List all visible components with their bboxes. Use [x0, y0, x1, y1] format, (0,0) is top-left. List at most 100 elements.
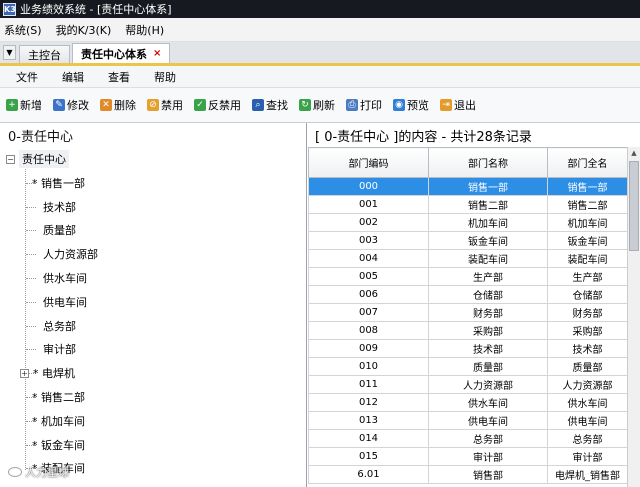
tree-node[interactable]: 供电车间	[43, 290, 87, 314]
table-row[interactable]: 003 钣金车间 钣金车间	[308, 231, 628, 250]
table-row[interactable]: 000 销售一部 销售一部	[308, 177, 628, 196]
toolbar-button-label: 退出	[454, 99, 476, 112]
toolbar-button-edit[interactable]: ✎ 修改	[53, 97, 89, 113]
grid-panel-title: [ 0-责任中心 ]的内容 - 共计28条记录	[315, 129, 532, 145]
cell-name: 装配车间	[428, 249, 548, 268]
document-menubar: 文件 编辑 查看 帮助	[0, 66, 640, 88]
cell-code: 008	[308, 321, 429, 340]
vertical-scrollbar[interactable]: ▲	[627, 147, 640, 487]
menu-edit[interactable]: 编辑	[62, 69, 84, 85]
watermark: 人力星球	[8, 464, 69, 480]
table-row[interactable]: 006 仓储部 仓储部	[308, 285, 628, 304]
cell-code: 000	[308, 177, 429, 196]
column-header-fullname[interactable]: 部门全名	[547, 147, 628, 178]
table-row[interactable]: 001 销售二部 销售二部	[308, 195, 628, 214]
tree-node-label: 供电车间	[43, 295, 87, 309]
tree-node[interactable]: * 机加车间	[32, 409, 85, 433]
table-row[interactable]: 007 财务部 财务部	[308, 303, 628, 322]
table-row[interactable]: 011 人力资源部 人力资源部	[308, 375, 628, 394]
tree-node[interactable]: 总务部	[43, 314, 76, 338]
cell-code: 007	[308, 303, 429, 322]
column-header-name[interactable]: 部门名称	[428, 147, 548, 178]
tree-panel: 0-责任中心 − 责任中心 * 销售一部 技术部 质量部 人力资源部 供水车间 供电车间 总务部…	[0, 123, 307, 487]
tree-node[interactable]: 人力资源部	[43, 242, 98, 266]
cell-name: 质量部	[428, 357, 548, 376]
menu-my-k3[interactable]: 我的K/3(K)	[56, 22, 112, 38]
table-row[interactable]: 010 质量部 质量部	[308, 357, 628, 376]
cell-name: 销售二部	[428, 195, 548, 214]
tree-connector	[26, 230, 36, 232]
menu-file[interactable]: 文件	[16, 69, 38, 85]
toolbar-button-disable[interactable]: ⊘ 禁用	[147, 97, 183, 113]
tree-node[interactable]: 审计部	[43, 337, 76, 361]
tree-node[interactable]: 技术部	[43, 195, 76, 219]
tree-node-label: 总务部	[43, 319, 76, 333]
table-row[interactable]: 014 总务部 总务部	[308, 429, 628, 448]
column-header-code[interactable]: 部门编码	[308, 147, 429, 178]
tab-close-icon[interactable]: ×	[153, 48, 161, 59]
cell-name: 仓储部	[428, 285, 548, 304]
tree-node[interactable]: 供水车间	[43, 266, 87, 290]
cell-fullname: 钣金车间	[547, 231, 628, 250]
department-table: 部门编码 部门名称 部门全名 000 销售一部 销售一部 001 销售二部 销售二部 002…	[308, 147, 628, 484]
cell-fullname: 销售一部	[547, 177, 628, 196]
tab-responsibility-center[interactable]: 责任中心体系 ×	[72, 43, 171, 63]
app-logo-icon: K3	[3, 2, 16, 16]
cell-fullname: 技术部	[547, 339, 628, 358]
tree-connector	[26, 254, 36, 256]
table-row[interactable]: 004 装配车间 装配车间	[308, 249, 628, 268]
cell-fullname: 仓储部	[547, 285, 628, 304]
table-header-row: 部门编码 部门名称 部门全名	[308, 147, 628, 178]
table-row[interactable]: 002 机加车间 机加车间	[308, 213, 628, 232]
toolbar-button-exit[interactable]: ⇥ 退出	[440, 97, 476, 113]
tree-connector	[26, 206, 36, 208]
menu-help-2[interactable]: 帮助	[154, 69, 176, 85]
table-row[interactable]: 015 审计部 审计部	[308, 447, 628, 466]
table-row[interactable]: 012 供水车间 供水车间	[308, 393, 628, 412]
window-title: 业务绩效系统 - [责任中心体系]	[20, 3, 172, 16]
toolbar-button-add[interactable]: + 新增	[6, 97, 42, 113]
cell-name: 机加车间	[428, 213, 548, 232]
menu-help[interactable]: 帮助(H)	[125, 22, 164, 38]
window-titlebar: K3 业务绩效系统 - [责任中心体系]	[0, 0, 640, 18]
collapse-icon[interactable]: −	[6, 154, 15, 164]
toolbar-button-enable[interactable]: ✓ 反禁用	[194, 97, 241, 113]
cell-code: 009	[308, 339, 429, 358]
table-row[interactable]: 008 采购部 采购部	[308, 321, 628, 340]
scroll-up-icon[interactable]: ▲	[628, 147, 640, 160]
tree-node[interactable]: 质量部	[43, 218, 76, 242]
tree-node-label: * 销售一部	[32, 176, 85, 190]
toolbar-button-refresh[interactable]: ↻ 刷新	[299, 97, 335, 113]
toolbar-button-preview[interactable]: ◉ 预览	[393, 97, 429, 113]
expand-icon[interactable]: +	[20, 368, 29, 378]
cell-fullname: 质量部	[547, 357, 628, 376]
tree-node[interactable]: * 销售二部	[32, 385, 85, 409]
menu-view[interactable]: 查看	[108, 69, 130, 85]
cell-fullname: 供水车间	[547, 393, 628, 412]
tab-main-console[interactable]: 主控台	[19, 45, 70, 63]
tree-node[interactable]: * 钣金车间	[32, 433, 85, 457]
tree-node-label: * 电焊机	[33, 367, 75, 381]
cell-code: 001	[308, 195, 429, 214]
delete-icon: ✕	[100, 99, 112, 111]
table-row[interactable]: 013 供电车间 供电车间	[308, 411, 628, 430]
tree-node[interactable]: + * 电焊机	[20, 361, 75, 385]
menu-system[interactable]: 系统(S)	[4, 22, 42, 38]
cell-fullname: 人力资源部	[547, 375, 628, 394]
cell-name: 供电车间	[428, 411, 548, 430]
scrollbar-thumb[interactable]	[629, 161, 639, 251]
tree-node-root[interactable]: − 责任中心	[6, 147, 69, 171]
cell-name: 技术部	[428, 339, 548, 358]
tree-node[interactable]: * 销售一部	[32, 171, 85, 195]
table-row[interactable]: 009 技术部 技术部	[308, 339, 628, 358]
toolbar-button-print[interactable]: ⎙ 打印	[346, 97, 382, 113]
tab-dropdown-icon[interactable]: ▼	[3, 45, 16, 60]
toolbar: + 新增 ✎ 修改 ✕ 删除 ⊘ 禁用 ✓ 反禁用 ⌕ 查找 ↻ 刷新 ⎙ 打印 ◉ 预览 ⇥ 退出	[0, 88, 640, 123]
watermark-text: 人力星球	[25, 466, 69, 479]
table-row[interactable]: 005 生产部 生产部	[308, 267, 628, 286]
tree-connector	[26, 325, 36, 327]
exit-icon: ⇥	[440, 99, 452, 111]
table-row[interactable]: 6.01 销售部 电焊机_销售部	[308, 465, 628, 484]
toolbar-button-binoculars[interactable]: ⌕ 查找	[252, 97, 288, 113]
toolbar-button-delete[interactable]: ✕ 删除	[100, 97, 136, 113]
